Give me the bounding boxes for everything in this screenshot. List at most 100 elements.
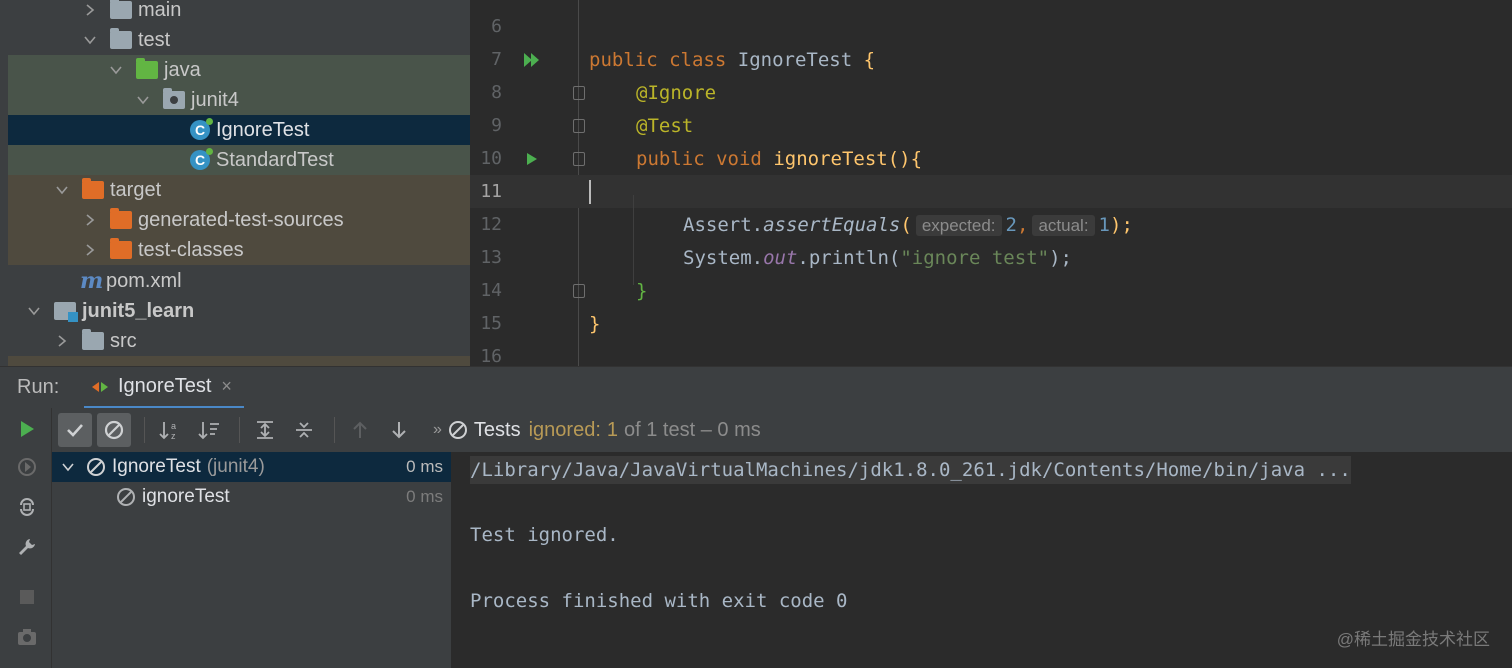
tree-item-target[interactable]: target [8, 175, 470, 205]
chevron-down-icon[interactable] [26, 303, 42, 319]
run-window-header: Run: IgnoreTest × [0, 366, 1512, 409]
toggle-auto-test-icon[interactable] [14, 494, 40, 520]
rerun-failed-icon[interactable] [14, 454, 40, 480]
code-line: 12 Assert.assertEquals(expected: 2, actual… [470, 208, 1512, 241]
test-status-summary: Tests ignored: 1 of 1 test – 0 ms [448, 419, 761, 442]
excluded-folder-icon [110, 208, 132, 229]
test-duration: 0 ms [406, 487, 443, 506]
tree-item-test-classes[interactable]: test-classes [8, 235, 470, 265]
class-icon: C [190, 118, 213, 140]
status-ignored-count: 1 [606, 418, 618, 441]
chevron-down-icon[interactable] [82, 32, 98, 48]
run-side-toolbar [0, 408, 52, 668]
fold-marker-icon[interactable] [573, 151, 585, 166]
code-editor[interactable]: 6 7 public class IgnoreTest { 8 @Ignore … [470, 0, 1512, 366]
tree-item-label: main [138, 0, 182, 21]
code-line: 8 @Ignore [470, 76, 1512, 109]
tree-item-label: test [138, 28, 171, 51]
chevron-down-icon[interactable] [60, 459, 76, 475]
console-line: Test ignored. [470, 524, 619, 546]
maven-icon: m [80, 268, 104, 294]
tree-item-java[interactable]: java [8, 55, 470, 85]
text-caret [589, 180, 591, 204]
tree-item-generated-test-sources[interactable]: generated-test-sources [8, 205, 470, 235]
next-failed-icon[interactable] [382, 413, 416, 447]
code-line-current: 11 [470, 175, 1512, 208]
excluded-folder-icon [110, 238, 132, 259]
test-suite-name: IgnoreTest [112, 456, 201, 477]
code-text: System.out.println("ignore test"); [683, 246, 1072, 269]
show-ignored-icon[interactable] [97, 413, 131, 447]
svg-text:a: a [171, 421, 176, 431]
folder-icon [82, 329, 104, 350]
tree-item-label: junit5_learn [82, 299, 195, 322]
sort-by-duration-icon[interactable] [192, 413, 226, 447]
code-text: public class IgnoreTest { [589, 48, 876, 71]
tree-item-junit4[interactable]: junit4 [8, 85, 470, 115]
code-text: } [636, 279, 648, 302]
tree-item-pom[interactable]: m pom.xml [8, 266, 470, 296]
chevron-right-icon[interactable] [82, 212, 98, 228]
chevron-down-icon[interactable] [108, 62, 124, 78]
chevron-right-icon[interactable] [82, 2, 98, 18]
svg-text:z: z [171, 431, 176, 441]
tree-item-test[interactable]: test [8, 25, 470, 55]
chevron-right-icon[interactable] [54, 333, 70, 349]
test-suite-row[interactable]: IgnoreTest (junit4) 0 ms [52, 452, 451, 482]
collapse-all-icon[interactable] [287, 413, 321, 447]
code-text: @Test [636, 114, 694, 137]
code-text: } [589, 312, 601, 335]
expand-all-icon[interactable] [248, 413, 282, 447]
code-line: 16 [470, 340, 1512, 366]
previous-failed-icon[interactable] [343, 413, 377, 447]
tree-item-label: StandardTest [216, 148, 334, 171]
wrench-icon[interactable] [14, 534, 40, 560]
camera-icon[interactable] [14, 624, 40, 650]
run-label: Run: [17, 376, 60, 398]
tree-item-label: src [110, 329, 137, 352]
show-passed-icon[interactable] [58, 413, 92, 447]
rerun-icon[interactable] [14, 416, 40, 442]
fold-marker-icon[interactable] [573, 85, 585, 100]
run-tab-title: IgnoreTest [118, 375, 212, 397]
tree-item-src[interactable]: src [8, 326, 470, 356]
chevron-down-icon[interactable] [135, 92, 151, 108]
console-output[interactable]: /Library/Java/JavaVirtualMachines/jdk1.8… [452, 452, 1512, 668]
fold-marker-icon[interactable] [573, 283, 585, 298]
code-text: public void ignoreTest(){ [636, 147, 923, 170]
tree-item-label: test-classes [138, 238, 244, 261]
run-tab-ignoretest[interactable]: IgnoreTest × [84, 367, 244, 409]
tree-item-ignoretest[interactable]: C IgnoreTest [8, 115, 470, 145]
line-number: 6 [491, 16, 502, 37]
run-all-tests-icon[interactable] [522, 50, 542, 70]
console-command-line[interactable]: /Library/Java/JavaVirtualMachines/jdk1.8… [470, 456, 1351, 484]
code-line: 15 } [470, 307, 1512, 340]
ignored-icon [87, 458, 105, 476]
chevron-down-icon[interactable] [54, 182, 70, 198]
chevron-right-icon[interactable] [82, 242, 98, 258]
line-number: 16 [480, 346, 502, 366]
stop-icon[interactable] [14, 584, 40, 610]
class-icon: C [190, 148, 213, 170]
line-number: 15 [480, 313, 502, 334]
module-icon [54, 302, 78, 322]
test-case-name: ignoreTest [142, 486, 230, 507]
code-line: 6 [470, 10, 1512, 43]
sort-alphabetically-icon[interactable]: az [153, 413, 187, 447]
param-hint-actual: actual: [1032, 214, 1095, 236]
run-test-icon[interactable] [522, 149, 542, 169]
line-number: 8 [491, 82, 502, 103]
tree-item-standardtest[interactable]: C StandardTest [8, 145, 470, 175]
close-icon[interactable]: × [221, 376, 232, 397]
line-number: 14 [480, 280, 502, 301]
param-hint-expected: expected: [915, 214, 1002, 236]
tree-item-label: generated-test-sources [138, 208, 344, 231]
package-icon [163, 88, 185, 109]
tree-item-junit5-learn[interactable]: junit5_learn [8, 296, 470, 326]
tree-item-main[interactable]: main [8, 0, 470, 25]
more-actions-icon[interactable]: » [433, 421, 442, 439]
test-duration: 0 ms [406, 457, 443, 476]
fold-marker-icon[interactable] [573, 118, 585, 133]
test-case-row[interactable]: ignoreTest 0 ms [52, 482, 451, 512]
toolbar-separator [239, 417, 240, 443]
